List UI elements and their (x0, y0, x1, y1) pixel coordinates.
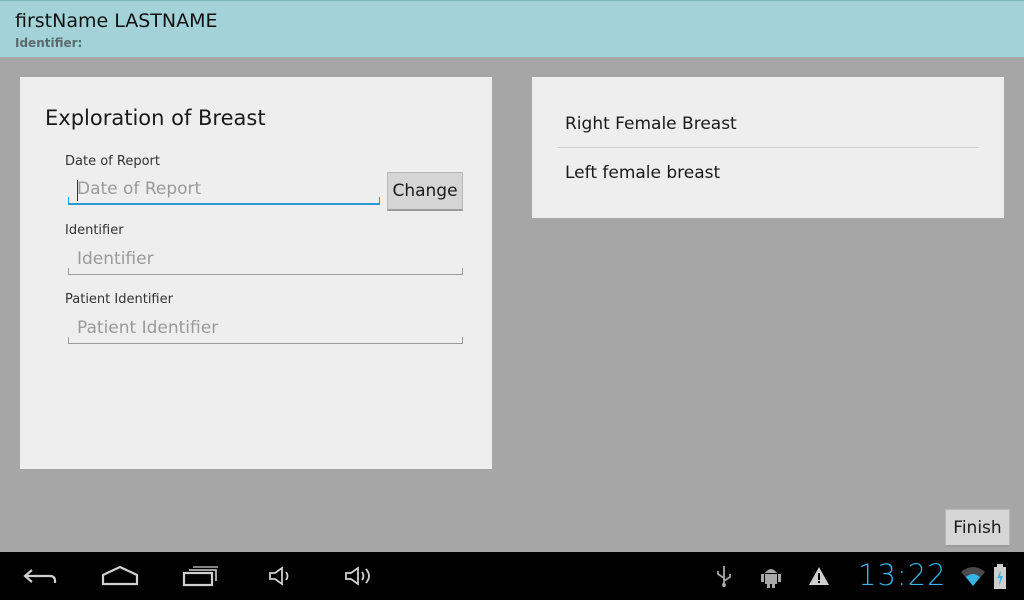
identifier-input[interactable]: Identifier (68, 245, 463, 275)
identifier-field-label: Identifier (65, 223, 124, 238)
wifi-icon (961, 567, 985, 586)
list-item-left-female-breast[interactable]: Left female breast (565, 163, 720, 183)
breast-selection-list: Right Female Breast Left female breast (532, 77, 1004, 218)
list-divider (557, 147, 979, 148)
back-icon[interactable] (22, 564, 58, 588)
date-of-report-placeholder: Date of Report (77, 179, 202, 199)
finish-button[interactable]: Finish (945, 509, 1010, 547)
usb-icon (717, 566, 731, 587)
identifier-label: Identifier: (15, 36, 83, 50)
system-clock: 13:22 (858, 558, 947, 592)
exploration-form-card: Exploration of Breast Date of Report Dat… (20, 77, 492, 469)
patient-identifier-placeholder: Patient Identifier (77, 318, 219, 338)
warning-icon (809, 567, 829, 585)
list-item-right-female-breast[interactable]: Right Female Breast (565, 114, 737, 134)
patient-name: firstName LASTNAME (15, 10, 218, 32)
recent-apps-icon[interactable] (182, 564, 220, 588)
battery-charging-icon (994, 564, 1006, 589)
action-bar: firstName LASTNAME Identifier: (0, 0, 1024, 57)
system-navigation-bar: 13:22 (0, 552, 1024, 600)
date-of-report-label: Date of Report (65, 154, 160, 169)
form-title: Exploration of Breast (45, 106, 266, 130)
patient-identifier-input[interactable]: Patient Identifier (68, 314, 463, 344)
patient-identifier-label: Patient Identifier (65, 292, 173, 307)
volume-up-icon[interactable] (344, 564, 376, 588)
identifier-placeholder: Identifier (77, 249, 154, 269)
volume-down-icon[interactable] (268, 564, 294, 588)
android-debug-icon (761, 569, 781, 588)
date-of-report-input[interactable]: Date of Report (68, 175, 380, 205)
home-icon[interactable] (101, 564, 139, 588)
text-cursor (77, 180, 78, 201)
change-date-button[interactable]: Change (387, 172, 463, 211)
